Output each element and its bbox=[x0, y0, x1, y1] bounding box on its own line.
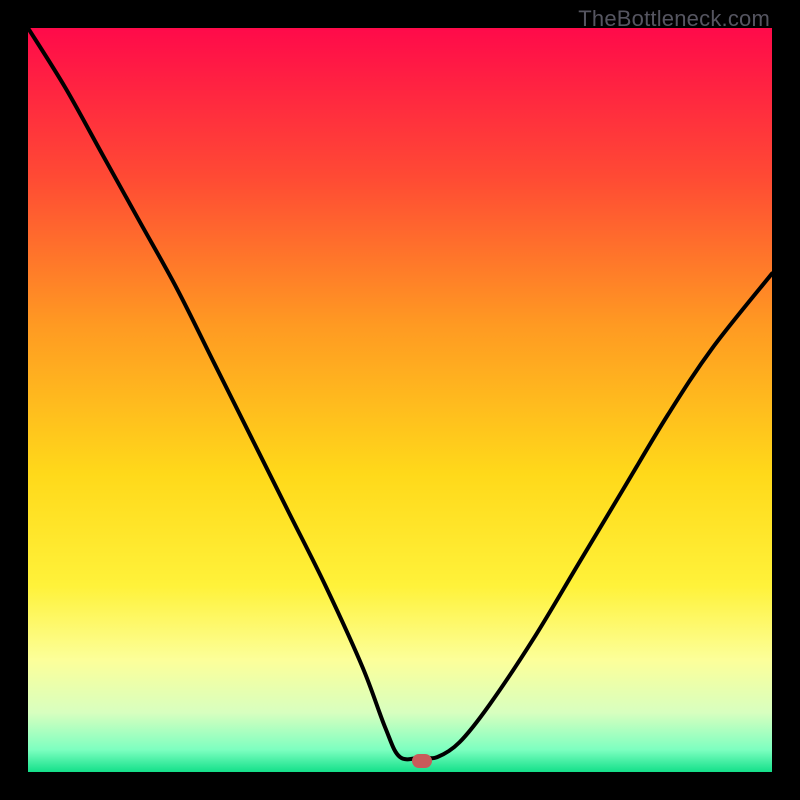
chart-canvas bbox=[28, 28, 772, 772]
gradient-background bbox=[28, 28, 772, 772]
optimum-marker bbox=[412, 754, 432, 768]
chart-frame: TheBottleneck.com bbox=[0, 0, 800, 800]
plot-area bbox=[28, 28, 772, 772]
